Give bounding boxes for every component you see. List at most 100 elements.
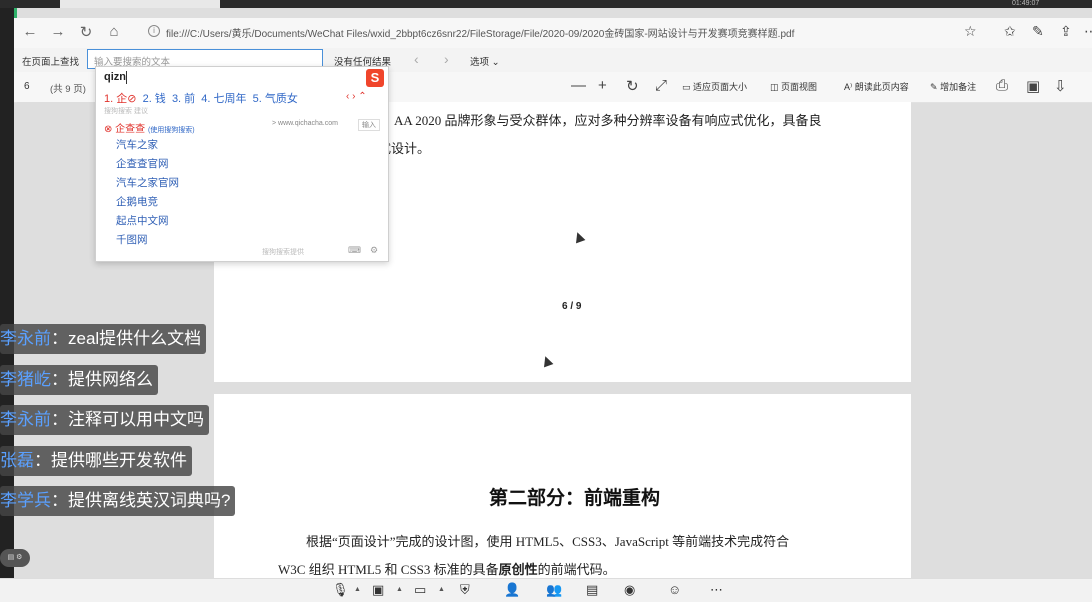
emoji-icon[interactable]: ☺ <box>668 582 681 597</box>
more-icon[interactable]: ⋯ <box>710 582 723 598</box>
ime-suggestion-item[interactable]: 千图网 <box>116 232 179 251</box>
page-indicator: 6 / 9 <box>562 301 582 312</box>
back-button[interactable]: ← <box>20 23 40 40</box>
pdf-page-7: 第二部分：前端重构 根据“页面设计”完成的设计图，使用 HTML5、CSS3、J… <box>214 394 911 580</box>
chat-message: 李学兵：提供离线英汉词典吗? <box>0 486 236 516</box>
browser-tab[interactable] <box>60 0 220 8</box>
page-number-input[interactable]: 6 <box>24 81 30 92</box>
ime-suggestion-item[interactable]: 汽车之家 <box>116 137 179 156</box>
chat-toggle-button[interactable]: ▤ ⚙ <box>0 549 30 567</box>
chat-text: ：提供哪些开发软件 <box>34 451 187 470</box>
favorites-icon[interactable]: ✩ <box>1004 23 1016 40</box>
camera-off-icon[interactable]: ▣ <box>372 582 384 598</box>
fullscreen-icon[interactable]: ⤢ <box>655 77 667 94</box>
address-bar: ← → ↻ ⌂ i file:///C:/Users/黄乐/Documents/… <box>14 18 1092 49</box>
home-button[interactable]: ⌂ <box>104 23 124 40</box>
ime-candidate-row: 1. 企⊘ 2. 钱 3. 前 4. 七周年 5. 气质女 <box>104 90 298 106</box>
ime-pager[interactable]: ‹ › ⌃ <box>346 91 367 102</box>
chat-icon: ▤ <box>7 554 15 561</box>
screen-share-icon[interactable]: ▭ <box>414 582 426 598</box>
page-view-button[interactable]: ◫ 页面视图 <box>770 80 817 93</box>
chat-text: ：提供离线英汉词典吗? <box>51 491 231 510</box>
chat-message: 李永前：zeal提供什么文档 <box>0 324 207 354</box>
chat-sender: 李猪屹 <box>0 370 51 389</box>
add-note-label: 增加备注 <box>940 82 977 92</box>
chat-icon[interactable]: ▤ <box>586 582 598 598</box>
zoom-out-button[interactable]: — <box>571 77 586 94</box>
caret-up-icon[interactable]: ▲ <box>354 586 361 593</box>
chat-sender: 李学兵 <box>0 491 51 510</box>
fit-page-button[interactable]: ▭ 适应页面大小 <box>682 80 747 93</box>
sogou-logo-icon[interactable]: S <box>366 69 384 87</box>
find-prev-icon[interactable]: ‹ <box>414 51 419 67</box>
ime-suggestion-main[interactable]: ⊗ 企查查 (使用搜狗搜索) > www.qichacha.com 输入 <box>104 119 380 137</box>
more-icon[interactable]: ⋯ <box>1084 23 1092 40</box>
pdf-text-span: 的前端代码。 <box>537 562 616 577</box>
chevron-right-icon[interactable]: › <box>352 91 355 102</box>
caret-up-icon[interactable]: ▲ <box>438 586 445 593</box>
chevron-down-icon: ⌄ <box>491 57 500 68</box>
participants-icon[interactable]: 👤 <box>504 582 520 598</box>
ime-suggestion-item[interactable]: 企查查官网 <box>116 156 179 175</box>
suggestion-link[interactable]: > www.qichacha.com <box>272 120 338 127</box>
chat-sender: 李永前 <box>0 329 51 348</box>
chat-sender: 李永前 <box>0 410 51 429</box>
ime-suggestion-item[interactable]: 汽车之家官网 <box>116 175 179 194</box>
chat-text: ：提供网络么 <box>51 370 153 389</box>
pdf-text-line: W3C 组织 HTML5 和 CSS3 标准的具备原创性的前端代码。 <box>278 559 616 578</box>
zoom-in-button[interactable]: + <box>598 77 607 94</box>
url-field[interactable]: i file:///C:/Users/黄乐/Documents/WeChat F… <box>144 22 1004 42</box>
ime-suggestion-item[interactable]: 起点中文网 <box>116 213 179 232</box>
print-icon[interactable]: ⎙ <box>996 77 1008 94</box>
ime-keyboard-icon[interactable]: ⌨ <box>348 245 361 256</box>
record-icon[interactable]: ◉ <box>624 582 635 598</box>
ime-footer: 搜狗搜索提供 <box>262 249 304 256</box>
chevron-left-icon[interactable]: ‹ <box>346 91 349 102</box>
ime-candidate[interactable]: 3. 前 <box>172 93 195 105</box>
pdf-text-span: W3C 组织 HTML5 和 CSS3 标准的具备 <box>278 562 499 577</box>
chevron-up-icon[interactable]: ⌃ <box>358 91 366 102</box>
chat-message: 张磊：提供哪些开发软件 <box>0 446 192 476</box>
microphone-icon[interactable]: 🎙 <box>332 582 349 598</box>
caret-up-icon[interactable]: ▲ <box>396 586 403 593</box>
system-top-strip: 01:49:07 <box>0 0 1092 8</box>
ime-candidate[interactable]: 1. 企 <box>104 93 127 105</box>
save-icon[interactable]: ▣ <box>1026 77 1040 95</box>
pdf-text-line: AA 2020 品牌形象与受众群体，应对多种分辨率设备有响应式优化，具备良 <box>394 113 822 128</box>
pdf-text-line: 根据“页面设计”完成的设计图，使用 HTML5、CSS3、JavaScript … <box>306 534 790 549</box>
read-aloud-label: 朗读此页内容 <box>854 82 909 92</box>
read-aloud-button[interactable]: A⁾ 朗读此页内容 <box>844 80 909 93</box>
find-label: 在页面上查找 <box>22 57 80 68</box>
ime-candidate-panel: qizn S 1. 企⊘ 2. 钱 3. 前 4. 七周年 5. 气质女 ‹ ›… <box>95 66 389 262</box>
suggestion-enter[interactable]: 输入 <box>358 119 380 131</box>
share-icon[interactable]: ⇪ <box>1060 23 1072 40</box>
text-caret <box>126 71 127 84</box>
system-clock: 01:49:07 <box>1012 0 1040 7</box>
ime-candidate[interactable]: 5. 气质女 <box>253 93 298 105</box>
ime-candidate[interactable]: 4. 七周年 <box>201 93 246 105</box>
chat-message: 李永前：注释可以用中文吗 <box>0 405 209 435</box>
star-icon[interactable]: ☆ <box>964 23 977 40</box>
ime-candidate[interactable]: 2. 钱 <box>143 93 166 105</box>
find-next-icon[interactable]: › <box>444 51 449 67</box>
ime-suggestion-item[interactable]: 企鹅电竞 <box>116 194 179 213</box>
add-note-button[interactable]: ✎ 增加备注 <box>930 80 976 93</box>
pen-icon[interactable]: ✎ <box>1032 23 1044 40</box>
ime-hint: 搜狗搜索 建议 <box>104 108 148 115</box>
fit-page-icon: ▭ <box>682 82 691 92</box>
refresh-button[interactable]: ↻ <box>76 23 96 41</box>
note-pen-icon: ✎ <box>930 82 938 92</box>
forward-button[interactable]: → <box>48 23 68 40</box>
pdf-bold-text: 原创性 <box>498 562 538 577</box>
save-as-icon[interactable]: ⇩ <box>1054 77 1067 95</box>
rotate-icon[interactable]: ↻ <box>626 77 639 95</box>
chat-text: ：zeal提供什么文档 <box>51 329 202 348</box>
find-options-label: 选项 <box>470 57 490 68</box>
find-options-button[interactable]: 选项 ⌄ <box>470 54 500 68</box>
members-icon[interactable]: 👥 <box>546 582 562 598</box>
security-icon[interactable]: ⛨ <box>460 582 470 598</box>
ime-settings-icon[interactable]: ⚙ <box>370 245 378 256</box>
info-icon[interactable]: i <box>148 25 160 37</box>
search-icon: ⊘ <box>127 93 137 105</box>
page-view-icon: ◫ <box>770 82 779 92</box>
